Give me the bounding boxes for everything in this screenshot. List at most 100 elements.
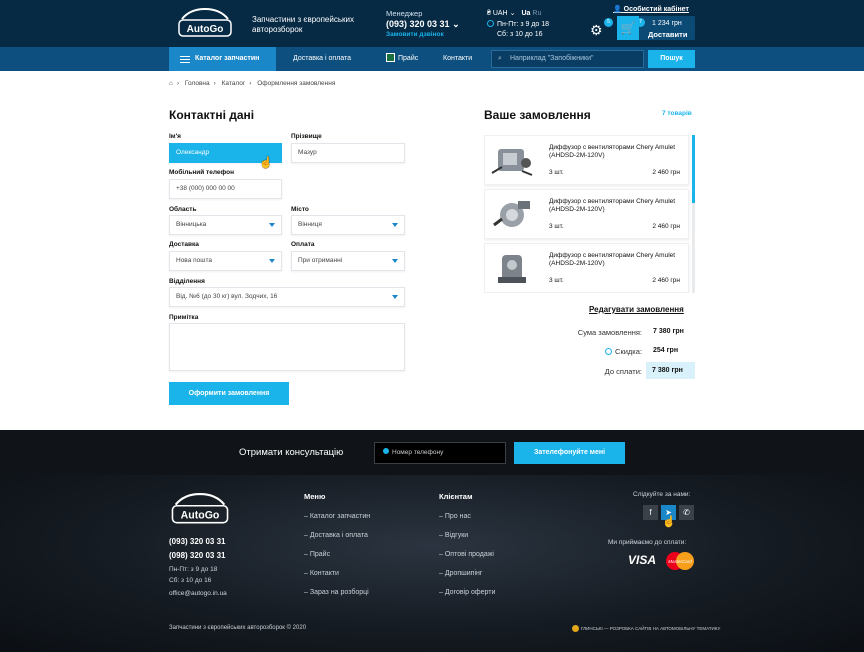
footer-clients-item[interactable]: – Про нас (439, 513, 471, 520)
order-item-qty: 3 шт. (549, 277, 564, 284)
discount-value: 254 грн (653, 347, 679, 354)
footer-clients-item[interactable]: – Відгуки (439, 532, 468, 539)
footer-menu-item[interactable]: – Каталог запчастин (304, 513, 370, 520)
contact-title: Контактні дані (169, 108, 255, 122)
consultation-title: Отримати консультацію (239, 447, 344, 458)
footer-email[interactable]: office@autogo.in.ua (169, 590, 227, 597)
footer-logo[interactable]: AutoGo (169, 492, 231, 528)
footer-menu-item[interactable]: – Доставка і оплата (304, 532, 368, 539)
order-item[interactable]: Диффузор с вентиляторами Chery Amulet (A… (484, 135, 689, 185)
footer-clients-item[interactable]: – Дропшипінг (439, 570, 482, 577)
excel-icon (386, 53, 395, 62)
lang-ua[interactable]: Ua (521, 10, 530, 17)
footer-hours-2: Сб: з 10 до 16 (169, 577, 212, 584)
branch-select[interactable]: Від. №6 (до 30 кг) вул. Зодчих, 16 (169, 287, 405, 307)
nav-delivery[interactable]: Доставка і оплата (293, 47, 351, 71)
breadcrumb-catalog[interactable]: Каталог (222, 80, 246, 87)
personal-cabinet-link[interactable]: 👤 Особистий кабінет (613, 5, 689, 13)
submit-order-button[interactable]: Оформити замовлення (169, 382, 289, 405)
region-label: Область (169, 206, 197, 213)
payment-value: При отриманні (298, 257, 343, 264)
last-name-field[interactable]: Мазур (291, 143, 405, 163)
footer-clients-item[interactable]: – Оптові продажі (439, 551, 494, 558)
nav-price[interactable]: Прайс (386, 47, 418, 71)
nav-contacts[interactable]: Контакти (443, 47, 472, 71)
city-select[interactable]: Вінниця (291, 215, 405, 235)
order-item-name: Диффузор с вентиляторами Chery Amulet (A… (549, 198, 676, 213)
footer-menu-title: Меню (304, 492, 326, 501)
viber-icon[interactable]: ✆ (679, 505, 694, 520)
tagline: Запчастини з європейських авторозборок (252, 15, 354, 34)
search-button[interactable]: Пошук (648, 50, 695, 68)
total-value: 7 380 грн (652, 367, 683, 374)
cursor-icon: ☝ (662, 516, 676, 528)
caret-down-icon (269, 223, 275, 227)
breadcrumb: ⌂ › Головна › Каталог › Оформлення замовлен… (169, 80, 339, 87)
order-title: Ваше замовлення (484, 108, 591, 122)
order-item[interactable]: Диффузор с вентиляторами Chery Amulet (A… (484, 243, 689, 293)
facebook-icon[interactable]: f (643, 505, 658, 520)
footer-menu-item[interactable]: – Зараз на розборці (304, 589, 369, 596)
gear-icon[interactable]: ⚙ (590, 22, 603, 39)
footer-clients-item[interactable]: – Договір оферти (439, 589, 495, 596)
city-label: Місто (291, 206, 309, 213)
edit-order-link[interactable]: Редагувати замовлення (589, 305, 684, 314)
sum-label: Сума замовлення: (577, 328, 642, 337)
search-icon: ⌕ (498, 55, 502, 62)
payment-select[interactable]: При отриманні (291, 251, 405, 271)
cart-badge: 7 (636, 18, 645, 27)
footer-menu-item[interactable]: – Прайс (304, 551, 330, 558)
payments-label: Ми приймаємо до сплати: (608, 539, 687, 546)
cart-label: Доставити (648, 30, 688, 39)
note-textarea[interactable] (169, 323, 405, 371)
search-input[interactable]: ⌕ Наприклад "Запобіжники" (491, 50, 644, 68)
cart-total: 1 234 грн (652, 20, 682, 27)
manager-phone[interactable]: (093) 320 03 31 ⌄ (386, 19, 460, 30)
breadcrumb-sep: › (213, 80, 216, 87)
caret-down-icon (392, 295, 398, 299)
region-select[interactable]: Вінницька (169, 215, 282, 235)
delivery-value: Нова пошта (176, 257, 212, 264)
delivery-select[interactable]: Нова пошта (169, 251, 282, 271)
currency-lang-switch[interactable]: ₴ UAH ⌄ Ua Ru (487, 9, 541, 17)
discount-row-label: Скидка: (540, 347, 642, 356)
order-item-name: Диффузор с вентиляторами Chery Amulet (A… (549, 252, 676, 267)
product-image (493, 201, 530, 227)
order-item-name: Диффузор с вентиляторами Chery Amulet (A… (549, 144, 676, 159)
footer-phone-2[interactable]: (098) 320 03 31 (169, 551, 226, 560)
manager-label: Менеджер (386, 9, 423, 18)
consultation-phone-input[interactable]: Номер телефону (374, 442, 506, 464)
order-item-qty: 3 шт. (549, 223, 564, 230)
phone-field[interactable]: +38 (000) 000 00 00 (169, 179, 282, 199)
lang-ru[interactable]: Ru (532, 10, 541, 17)
footer-menu-item[interactable]: – Контакти (304, 570, 339, 577)
manager-phone-number: (093) 320 03 31 (386, 19, 450, 29)
region-value: Вінницька (176, 221, 207, 228)
work-hours: Пн-Пт: з 9 до 18 Сб: з 10 до 16 (487, 20, 549, 40)
developer-credit[interactable]: ГЛИНСЬКІ — РОЗРОБКА САЙТІВ НА АВТОМОБІЛЬ… (572, 625, 720, 632)
menu-icon (180, 56, 190, 63)
breadcrumb-home[interactable]: Головна (185, 80, 210, 87)
delivery-label: Доставка (169, 241, 199, 248)
follow-label: Слідкуйте за нами: (633, 491, 691, 498)
info-icon (605, 348, 613, 355)
order-item-price: 2 460 грн (652, 223, 680, 230)
order-scrollbar-thumb[interactable] (692, 135, 695, 203)
nav-price-label: Прайс (398, 55, 419, 62)
footer-phone-1[interactable]: (093) 320 03 31 (169, 537, 226, 546)
order-items-list[interactable]: Диффузор с вентиляторами Chery Amulet (A… (484, 135, 695, 293)
call-me-button[interactable]: Зателефонуйте мені (514, 442, 625, 464)
footer-logo-text: AutoGo (181, 509, 220, 521)
developer-text: ГЛИНСЬКІ — РОЗРОБКА САЙТІВ НА АВТОМОБІЛЬ… (581, 626, 721, 631)
autogo-logo[interactable]: AutoGo (176, 7, 234, 41)
home-icon[interactable]: ⌂ (169, 80, 173, 87)
branch-value: Від. №6 (до 30 кг) вул. Зодчих, 16 (176, 293, 278, 300)
hours-saturday: Сб: з 10 до 16 (497, 31, 543, 38)
mastercard-text: MasterCard (668, 559, 692, 564)
order-item-price: 2 460 грн (652, 277, 680, 284)
order-item-price: 2 460 грн (652, 169, 680, 176)
order-item[interactable]: Диффузор с вентиляторами Chery Amulet (A… (484, 189, 689, 239)
currency-select[interactable]: ₴ UAH (487, 10, 508, 17)
callback-link[interactable]: Замовити дзвінок (386, 31, 444, 38)
product-image (498, 255, 526, 283)
